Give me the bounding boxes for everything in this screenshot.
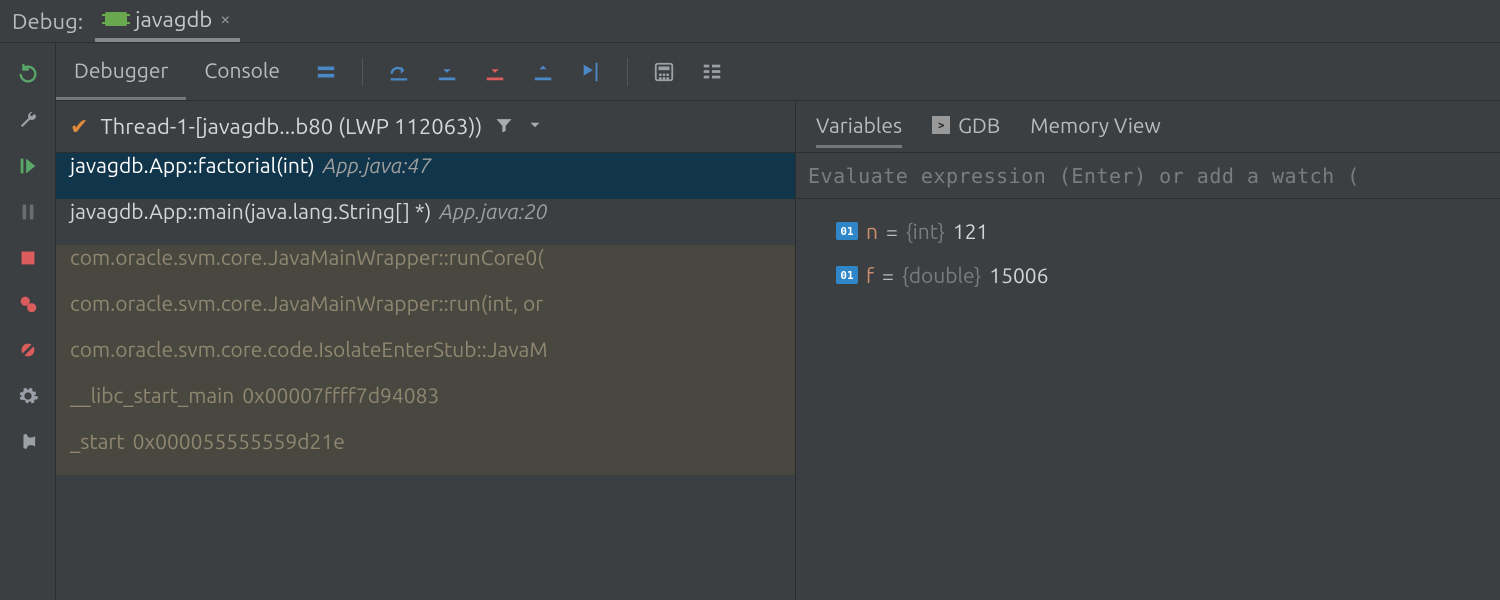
show-execution-point-icon[interactable] [314,60,338,84]
variable-list: 01 n = {int} 121 01 f = {double} 15006 [796,199,1500,307]
step-out-icon[interactable] [531,60,555,84]
resume-icon[interactable] [15,153,41,179]
variable-type: {int} [906,219,945,243]
frame-signature: javagdb.App::factorial(int) [70,153,315,177]
thread-name: Thread-1-[javagdb...b80 (LWP 112063)) [100,114,482,139]
stack-frame[interactable]: __libc_start_main 0x00007ffff7d94083 [56,383,795,429]
session-tab[interactable]: javagdb × [95,0,240,42]
frame-list: javagdb.App::factorial(int) App.java:47j… [56,153,795,600]
frame-location: App.java:47 [323,153,431,177]
tab-console[interactable]: Console [186,43,298,100]
frame-signature: com.oracle.svm.core.code.IsolateEnterStu… [70,337,548,361]
run-to-cursor-icon[interactable] [579,60,603,84]
evaluate-input[interactable]: Evaluate expression (Enter) or add a wat… [796,153,1500,199]
dropdown-icon[interactable] [526,115,544,138]
tool-row: Debugger Console [56,43,1500,101]
stack-frame[interactable]: com.oracle.svm.core.code.IsolateEnterStu… [56,337,795,383]
variables-panel: Variables > GDB Memory View Evaluate exp… [796,101,1500,600]
debug-tabbar: Debug: javagdb × [0,0,1500,43]
stack-frame[interactable]: com.oracle.svm.core.JavaMainWrapper::run… [56,291,795,337]
variable-name: f [866,263,874,287]
separator [627,58,628,86]
force-step-into-icon[interactable] [483,60,507,84]
split-pane: ✔ Thread-1-[javagdb...b80 (LWP 112063)) … [56,101,1500,600]
center-pane: Debugger Console [56,43,1500,600]
frame-signature: com.oracle.svm.core.JavaMainWrapper::run… [70,291,543,315]
tab-gdb[interactable]: > GDB [932,113,1000,148]
pause-icon[interactable] [15,199,41,225]
step-over-icon[interactable] [387,60,411,84]
check-icon: ✔ [70,114,88,140]
wrench-icon[interactable] [15,107,41,133]
tab-gdb-label: GDB [958,113,1000,137]
stack-frame[interactable]: com.oracle.svm.core.JavaMainWrapper::run… [56,245,795,291]
close-icon[interactable]: × [220,9,230,29]
stack-frame[interactable]: _start 0x000055555559d21e [56,429,795,475]
frames-panel: ✔ Thread-1-[javagdb...b80 (LWP 112063)) … [56,101,796,600]
filter-icon[interactable] [494,115,514,139]
variable-row[interactable]: 01 n = {int} 121 [796,209,1500,253]
primitive-badge-icon: 01 [836,222,858,240]
frame-location: 0x00007ffff7d94083 [242,383,439,407]
equals: = [886,219,898,243]
debug-label: Debug: [12,9,83,34]
variable-row[interactable]: 01 f = {double} 15006 [796,253,1500,297]
evaluate-expression-icon[interactable] [652,60,676,84]
variable-value: 15006 [989,263,1048,287]
debug-sidebar [0,43,56,600]
rerun-icon[interactable] [15,61,41,87]
stack-frame[interactable]: javagdb.App::factorial(int) App.java:47 [56,153,795,199]
variable-tabs: Variables > GDB Memory View [796,101,1500,153]
frame-signature: _start [70,429,125,453]
chip-icon [105,12,127,26]
step-into-icon[interactable] [435,60,459,84]
frame-signature: javagdb.App::main(java.lang.String[] *) [70,199,431,223]
tab-memory[interactable]: Memory View [1030,113,1161,148]
primitive-badge-icon: 01 [836,266,858,284]
frame-signature: com.oracle.svm.core.JavaMainWrapper::run… [70,245,544,269]
main-area: Debugger Console [0,43,1500,600]
session-name: javagdb [135,7,212,32]
frame-location: App.java:20 [439,199,547,223]
mute-breakpoints-icon[interactable] [15,337,41,363]
trace-icon[interactable] [700,60,724,84]
variable-name: n [866,219,878,243]
thread-selector[interactable]: ✔ Thread-1-[javagdb...b80 (LWP 112063)) [56,101,795,153]
separator [362,58,363,86]
settings-icon[interactable] [15,383,41,409]
tab-variables[interactable]: Variables [816,113,902,148]
frame-signature: __libc_start_main [70,383,234,407]
frame-location: 0x000055555559d21e [133,429,345,453]
variable-type: {double} [902,263,981,287]
stop-icon[interactable] [15,245,41,271]
pin-icon[interactable] [15,429,41,455]
breakpoints-icon[interactable] [15,291,41,317]
equals: = [882,263,894,287]
tab-debugger[interactable]: Debugger [56,43,186,100]
stack-frame[interactable]: javagdb.App::main(java.lang.String[] *) … [56,199,795,245]
step-icons [314,58,724,86]
gdb-badge-icon: > [932,116,950,134]
variable-value: 121 [953,219,989,243]
